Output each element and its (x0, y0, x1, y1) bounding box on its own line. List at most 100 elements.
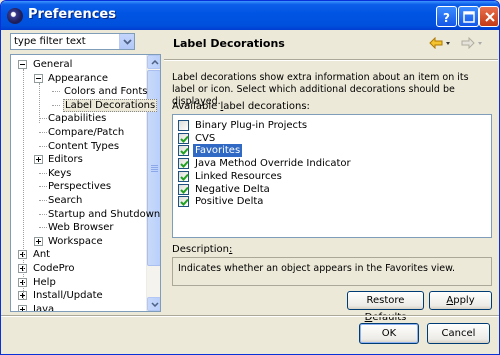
tree-item[interactable]: Web Browser (47, 221, 115, 234)
filter-combo[interactable]: type filter text (10, 33, 135, 50)
tree-item-label: Perspectives (48, 181, 112, 193)
tree-item[interactable]: Java (32, 303, 55, 312)
tree-item-label: Ant (33, 249, 51, 261)
tree-item[interactable]: Label Decorations (63, 98, 158, 112)
preferences-window: Preferences ? type filter text General A… (0, 0, 500, 355)
decoration-checkbox[interactable] (178, 120, 189, 131)
apply-button[interactable]: Apply (429, 291, 492, 310)
decoration-checkbox[interactable] (178, 170, 189, 182)
tree-item-label: Appearance (48, 72, 109, 84)
collapse-icon[interactable] (34, 73, 43, 83)
tree-item-label: General (33, 59, 73, 70)
back-button[interactable] (429, 36, 451, 52)
decoration-label: Positive Delta (195, 196, 264, 208)
help-button[interactable]: ? (436, 6, 457, 27)
tree-item[interactable]: Keys (47, 167, 72, 180)
decoration-checkbox[interactable] (178, 196, 189, 208)
checkmark-icon (180, 148, 189, 156)
tree-item[interactable]: Editors (47, 153, 84, 166)
ok-button[interactable]: OK (359, 323, 419, 344)
forward-arrow-icon (461, 36, 482, 50)
tree-item-label: Web Browser (48, 222, 114, 234)
tree-item[interactable]: CodePro (32, 262, 75, 275)
decoration-checkbox[interactable] (178, 158, 189, 170)
tree-item[interactable]: Colors and Fonts (63, 85, 148, 98)
tree-item-label: Workspace (48, 235, 103, 247)
tree-item-label: Colors and Fonts (64, 86, 148, 98)
checkmark-icon (180, 135, 189, 143)
restore-defaults-button[interactable]: Restore Defaults (347, 291, 424, 323)
tree-connector (39, 186, 47, 188)
close-icon (485, 12, 495, 22)
decoration-checkbox[interactable] (178, 183, 189, 195)
tree-item[interactable]: Compare/Patch (47, 126, 125, 139)
expand-icon[interactable] (18, 304, 27, 311)
eclipse-icon (7, 8, 23, 24)
tree-item[interactable]: Ant (32, 248, 51, 261)
tree-connector (39, 200, 47, 201)
cancel-button[interactable]: Cancel (427, 323, 490, 344)
tree-item[interactable]: Install/Update (32, 289, 104, 302)
checkmark-icon (180, 186, 189, 194)
footer-separator (1, 315, 499, 317)
decoration-label: Linked Resources (195, 170, 282, 182)
checkmark-icon (180, 160, 189, 169)
page-header: Label Decorations (166, 31, 497, 57)
decoration-label: Binary Plug-in Projects (195, 120, 308, 131)
tree-item[interactable]: Startup and Shutdown (47, 208, 160, 221)
checkmark-icon (180, 199, 189, 207)
collapse-icon[interactable] (18, 60, 27, 69)
description-label: Description: (172, 244, 233, 255)
description-text: Indicates whether an object appears in t… (178, 263, 456, 274)
expand-icon[interactable] (34, 155, 43, 165)
tree-item-label: Content Types (48, 140, 120, 152)
help-icon: ? (443, 11, 450, 24)
tree-connector (39, 118, 47, 120)
decoration-checkbox[interactable] (178, 145, 189, 157)
tree-item[interactable]: Search (47, 194, 83, 207)
tree-guide-line (39, 83, 40, 123)
tree-item-label: Keys (48, 167, 72, 179)
filter-input[interactable]: type filter text (14, 36, 86, 47)
tree-connector (52, 104, 60, 106)
tree-item-label: Label Decorations (63, 98, 158, 112)
tree-guide-line (23, 69, 24, 299)
tree-item-label: Compare/Patch (48, 127, 125, 138)
tree-item-label: Search (48, 195, 83, 206)
decorations-list[interactable]: Binary Plug-in Projects CVS Favorites Java … (172, 114, 492, 238)
chevron-up-icon (151, 60, 159, 65)
available-decorations-label: Available label decorations: (172, 101, 310, 112)
svg-text:?: ? (443, 11, 450, 24)
header-separator (164, 59, 498, 61)
tree-item-label: CodePro (33, 263, 75, 274)
back-arrow-icon (429, 36, 450, 50)
tree-item[interactable]: Appearance (47, 72, 109, 85)
tree-item[interactable]: General (32, 58, 73, 71)
scroll-down-button[interactable] (147, 297, 160, 311)
tree-item[interactable]: Workspace (47, 235, 104, 248)
tree-item[interactable]: Perspectives (47, 180, 112, 193)
filter-dropdown-button[interactable] (119, 34, 134, 49)
maximize-button[interactable] (458, 6, 479, 27)
tree-item-label: Install/Update (33, 290, 103, 302)
chevron-down-icon (123, 39, 132, 45)
close-button[interactable] (479, 6, 499, 27)
decoration-checkbox[interactable] (178, 132, 189, 144)
decoration-label: Favorites (193, 144, 243, 158)
tree-item[interactable]: Help (32, 276, 57, 289)
maximize-icon (463, 11, 475, 23)
tree-item-label: Help (33, 276, 56, 288)
expand-icon[interactable] (34, 236, 43, 246)
tree-item[interactable]: Capabilities (47, 112, 107, 125)
chevron-down-icon (151, 302, 159, 307)
scroll-up-button[interactable] (147, 55, 160, 69)
tree-item-label: Java (33, 303, 55, 312)
checkmark-icon (180, 173, 189, 181)
tree-connector (39, 132, 47, 133)
forward-button[interactable] (461, 36, 485, 52)
tree-item[interactable]: Content Types (47, 140, 120, 153)
decoration-label: Negative Delta (195, 183, 270, 195)
tree-item-label: Editors (48, 154, 83, 166)
preferences-tree[interactable]: General Appearance Colors and Fonts Label D… (10, 54, 161, 312)
title-bar[interactable]: Preferences ? (1, 1, 499, 30)
